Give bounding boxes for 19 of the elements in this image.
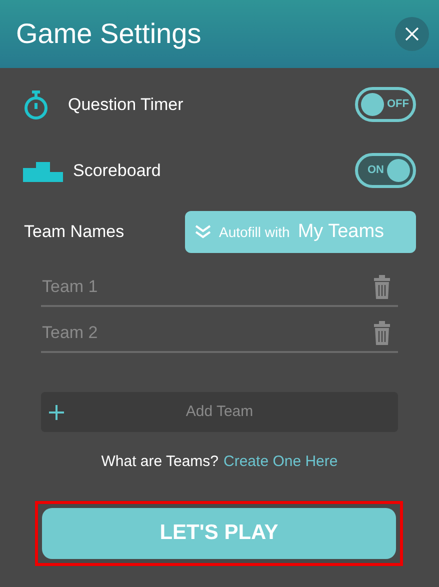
toggle-switch[interactable]: OFF	[355, 87, 416, 122]
toggle-switch[interactable]: ON	[355, 153, 416, 188]
help-text: What are Teams?	[101, 452, 219, 472]
add-team-button[interactable]: Add Team	[41, 392, 398, 432]
setting-label: Scoreboard	[73, 160, 161, 182]
plus-icon	[49, 404, 64, 420]
dialog-title: Game Settings	[16, 17, 202, 51]
setting-label: Question Timer	[68, 94, 184, 116]
trash-icon[interactable]	[373, 275, 391, 299]
trash-icon[interactable]	[373, 321, 391, 345]
podium-icon	[23, 160, 63, 182]
create-team-link[interactable]: Create One Here	[224, 451, 338, 474]
close-button[interactable]	[395, 17, 429, 51]
team-name-field[interactable]: Team 1	[41, 274, 373, 300]
double-chevron-icon	[195, 225, 211, 239]
stopwatch-icon	[23, 90, 49, 120]
team-name-field[interactable]: Team 2	[41, 320, 373, 346]
team-names-label: Team Names	[23, 221, 124, 244]
close-icon	[404, 26, 420, 42]
